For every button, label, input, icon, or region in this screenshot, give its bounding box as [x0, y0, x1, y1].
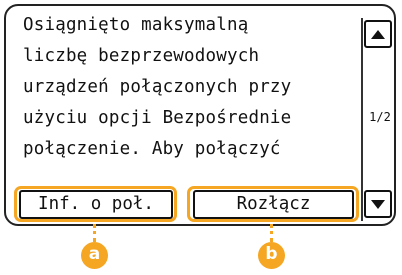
triangle-up-icon	[371, 30, 385, 39]
disconnect-button[interactable]: Rozłącz	[193, 190, 354, 219]
message-line: liczbę bezprzewodowych	[23, 46, 260, 66]
callout-leader-b	[270, 224, 273, 242]
callout-badge-b: b	[258, 242, 285, 269]
message-line: urządzeń połączonych przy	[23, 77, 292, 97]
printer-panel-figure: Osiągnięto maksymalną liczbę bezprzewodo…	[0, 0, 402, 275]
message-line: Osiągnięto maksymalną	[23, 15, 249, 35]
connection-info-button[interactable]: Inf. o poł.	[19, 190, 173, 219]
scroll-down-button[interactable]	[364, 190, 392, 218]
message-line: użyciu opcji Bezpośrednie	[23, 108, 292, 128]
message-text: Osiągnięto maksymalną liczbę bezprzewodo…	[23, 10, 358, 165]
page-indicator: 1/2	[369, 110, 391, 124]
triangle-down-icon	[371, 200, 385, 209]
scroll-up-button[interactable]	[364, 20, 392, 48]
callout-badge-a: a	[81, 242, 108, 269]
message-line: połączenie. Aby połączyć	[23, 139, 281, 159]
callout-leader-a	[93, 224, 96, 242]
